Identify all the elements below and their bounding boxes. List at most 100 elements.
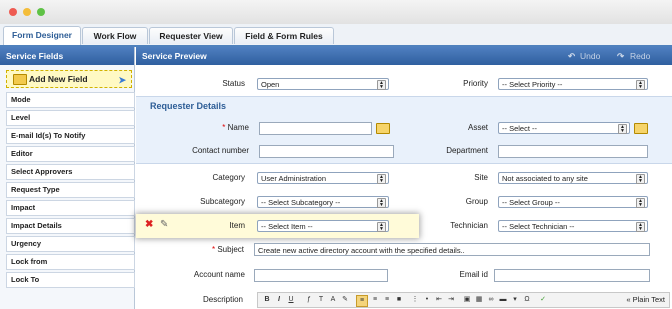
category-value: User Administration	[261, 174, 327, 183]
select-arrow-icon: ▲ ▼	[377, 222, 386, 232]
tab-requester-view[interactable]: Requester View	[149, 27, 233, 44]
account-name-input[interactable]	[254, 269, 388, 282]
tab-work-flow[interactable]: Work Flow	[82, 27, 148, 44]
field-item-email-notify[interactable]: E-mail Id(s) To Notify	[6, 128, 135, 144]
spell-check-icon[interactable]: ✓	[538, 295, 548, 305]
site-value: Not associated to any site	[502, 174, 588, 183]
required-marker: *	[222, 123, 226, 132]
name-input[interactable]	[259, 122, 372, 135]
minimize-window-button[interactable]	[23, 8, 31, 16]
email-id-input[interactable]	[494, 269, 650, 282]
field-item-select-approvers[interactable]: Select Approvers	[6, 164, 135, 180]
tab-field-form-rules[interactable]: Field & Form Rules	[234, 27, 334, 44]
subcategory-select[interactable]: -- Select Subcategory -- ▲ ▼	[257, 196, 389, 208]
maximize-window-button[interactable]	[37, 8, 45, 16]
field-item-lock-to[interactable]: Lock To	[6, 272, 135, 288]
name-label-text: Name	[227, 123, 249, 132]
group-value: -- Select Group --	[502, 198, 560, 207]
insert-link-icon[interactable]: ∞	[486, 295, 496, 305]
tab-form-designer[interactable]: Form Designer	[3, 26, 81, 45]
numbered-list-icon[interactable]: ⋮	[410, 295, 420, 305]
arrow-right-icon: ➤	[118, 75, 126, 85]
requester-details-title: Requester Details	[150, 101, 227, 111]
redo-icon: ↷	[617, 51, 625, 61]
status-select[interactable]: Open ▲ ▼	[257, 78, 389, 90]
close-window-button[interactable]	[9, 8, 17, 16]
align-left-icon[interactable]: ≡	[356, 295, 368, 307]
department-input[interactable]	[498, 145, 648, 158]
eraser-icon[interactable]: ✎	[340, 295, 350, 305]
italic-icon[interactable]: I	[274, 295, 284, 305]
field-item-editor[interactable]: Editor	[6, 146, 135, 162]
special-character-icon[interactable]: Ω	[522, 295, 532, 305]
align-center-icon[interactable]: ≡	[370, 295, 380, 305]
asset-select[interactable]: -- Select -- ▲ ▼	[498, 122, 630, 134]
field-item-impact-details[interactable]: Impact Details	[6, 218, 135, 234]
category-label: Category	[212, 173, 245, 182]
add-field-icon	[13, 74, 27, 85]
more-options-icon[interactable]: ▾	[510, 295, 520, 305]
align-right-icon[interactable]: ≡	[382, 295, 392, 305]
align-justify-icon[interactable]: ■	[394, 295, 404, 305]
select-arrow-icon: ▲ ▼	[636, 80, 645, 90]
department-label: Department	[446, 146, 488, 155]
underline-icon[interactable]: U	[286, 295, 296, 305]
asset-value: -- Select --	[502, 124, 538, 133]
group-select[interactable]: -- Select Group -- ▲ ▼	[498, 196, 648, 208]
priority-value: -- Select Priority --	[502, 80, 563, 89]
field-item-level[interactable]: Level	[6, 110, 135, 126]
field-item-urgency[interactable]: Urgency	[6, 236, 135, 252]
field-item-impact[interactable]: Impact	[6, 200, 135, 216]
field-item-lock-from[interactable]: Lock from	[6, 254, 135, 270]
font-size-icon[interactable]: T	[316, 295, 326, 305]
subject-input[interactable]: Create new active directory account with…	[254, 243, 650, 256]
indent-icon[interactable]: ⇥	[446, 295, 456, 305]
field-item-request-type[interactable]: Request Type	[6, 182, 135, 198]
site-select[interactable]: Not associated to any site ▲ ▼	[498, 172, 648, 184]
technician-select[interactable]: -- Select Technician -- ▲ ▼	[498, 220, 648, 232]
description-label: Description	[202, 295, 243, 304]
font-family-icon[interactable]: ƒ	[304, 295, 314, 305]
outdent-icon[interactable]: ⇤	[434, 295, 444, 305]
service-preview-panel: Service Preview ↶ Undo ↷ Redo Status Ope…	[136, 47, 672, 309]
technician-label: Technician	[450, 221, 488, 230]
field-item-mode[interactable]: Mode	[6, 92, 135, 108]
service-preview-header: Service Preview ↶ Undo ↷ Redo	[136, 47, 672, 65]
status-value: Open	[261, 80, 280, 89]
asset-label: Asset	[467, 123, 488, 132]
add-new-field-button[interactable]: Add New Field ➤	[6, 70, 132, 88]
item-label: Item	[229, 221, 245, 230]
requester-lookup-icon[interactable]	[376, 123, 390, 134]
subject-label: * Subject	[136, 243, 244, 257]
undo-icon: ↶	[568, 51, 576, 61]
select-arrow-icon: ▲ ▼	[636, 198, 645, 208]
tab-bar: Form Designer Work Flow Requester View F…	[0, 24, 672, 47]
required-marker: *	[211, 245, 216, 254]
item-select[interactable]: -- Select Item -- ▲ ▼	[257, 220, 389, 232]
font-color-icon[interactable]: A	[328, 295, 338, 305]
select-arrow-icon: ▲ ▼	[377, 80, 386, 90]
window-titlebar	[0, 0, 672, 25]
service-fields-panel: Service Fields Add New Field ➤ Mode Leve…	[0, 47, 135, 309]
technician-value: -- Select Technician --	[502, 222, 575, 231]
service-fields-title: Service Fields	[0, 47, 134, 65]
insert-image-icon[interactable]: ▣	[462, 295, 472, 305]
description-editor-toolbar: B I U ƒ T A ✎ ≡ ≡ ≡ ■ ⋮ • ⇤ ⇥ ▣ ▦ ∞ ▬ ▾ …	[257, 292, 670, 308]
undo-button[interactable]: Undo	[580, 47, 600, 65]
asset-lookup-icon[interactable]	[634, 123, 648, 134]
plain-text-toggle[interactable]: « Plain Text	[626, 295, 665, 305]
status-label: Status	[222, 79, 245, 88]
bullet-list-icon[interactable]: •	[422, 295, 432, 305]
redo-button[interactable]: Redo	[630, 47, 650, 65]
bold-icon[interactable]: B	[262, 295, 272, 305]
select-arrow-icon: ▲ ▼	[636, 222, 645, 232]
site-label: Site	[474, 173, 488, 182]
paste-icon[interactable]: ▬	[498, 295, 508, 305]
account-name-label: Account name	[193, 270, 245, 279]
subcategory-label: Subcategory	[200, 197, 245, 206]
category-select[interactable]: User Administration ▲ ▼	[257, 172, 389, 184]
insert-table-icon[interactable]: ▦	[474, 295, 484, 305]
priority-select[interactable]: -- Select Priority -- ▲ ▼	[498, 78, 648, 90]
contact-number-label: Contact number	[192, 146, 249, 155]
contact-number-input[interactable]	[259, 145, 394, 158]
